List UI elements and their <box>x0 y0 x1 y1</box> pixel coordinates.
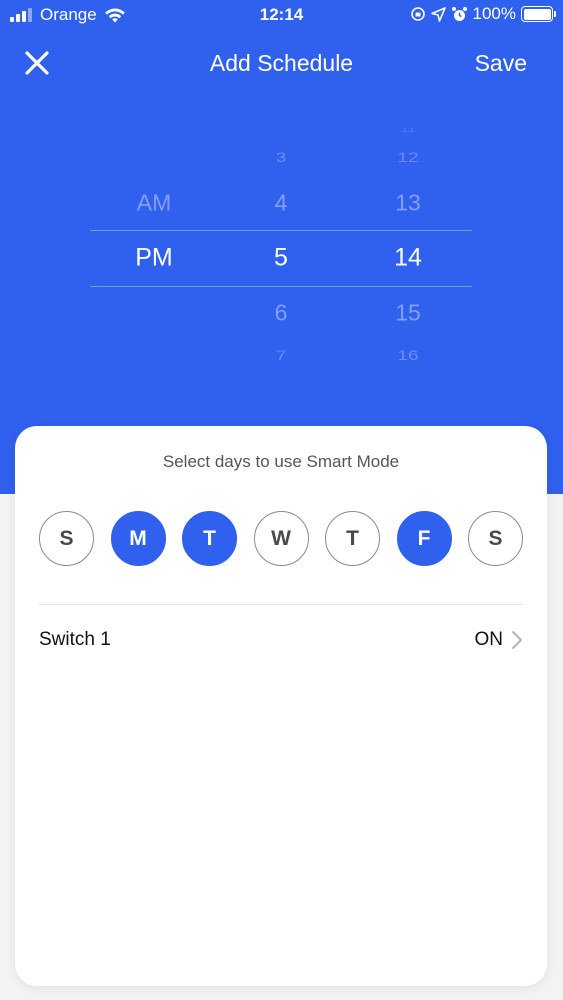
switch-label: Switch 1 <box>39 629 111 650</box>
picker-minute-item[interactable]: 12 <box>348 150 468 167</box>
picker-hour-selected[interactable]: 5 <box>221 244 341 273</box>
days-heading: Select days to use Smart Mode <box>162 452 400 471</box>
status-bar: Orange 12:14 100% <box>0 0 563 32</box>
picker-minute-item[interactable]: 11 <box>348 127 468 134</box>
day-selector: S M T W T F S <box>39 511 523 566</box>
day-toggle-sunday[interactable]: S <box>39 511 94 566</box>
alarm-icon <box>451 6 467 21</box>
battery-percent: 100% <box>472 4 516 23</box>
picker-top-line <box>90 230 472 231</box>
day-toggle-friday[interactable]: F <box>396 511 452 566</box>
switch-value: ON <box>474 629 504 650</box>
day-toggle-wednesday[interactable]: W <box>253 511 309 566</box>
save-button[interactable]: Save <box>475 50 527 77</box>
divider <box>39 604 523 605</box>
picker-period-item[interactable]: AM <box>94 190 214 217</box>
picker-minute-item[interactable]: 16 <box>348 348 468 365</box>
picker-minute-item[interactable]: 15 <box>348 300 468 327</box>
switch-row[interactable]: Switch 1 ON <box>39 618 523 662</box>
location-icon <box>430 6 446 22</box>
nav-bar: Add Schedule Save <box>0 40 563 86</box>
orientation-lock-icon <box>410 7 425 21</box>
day-toggle-thursday[interactable]: T <box>325 511 380 566</box>
battery-icon <box>521 6 556 22</box>
day-toggle-monday[interactable]: M <box>110 511 166 566</box>
day-toggle-tuesday[interactable]: T <box>182 511 237 566</box>
picker-minute-selected[interactable]: 14 <box>348 244 468 273</box>
day-toggle-saturday[interactable]: S <box>468 511 523 566</box>
picker-period-selected[interactable]: PM <box>94 244 214 273</box>
picker-hour-item[interactable]: 7 <box>221 348 341 365</box>
chevron-right-icon <box>512 631 522 649</box>
picker-bottom-line <box>90 286 472 287</box>
picker-hour-item[interactable]: 3 <box>221 150 341 167</box>
picker-hour-item[interactable]: 6 <box>221 300 341 327</box>
schedule-card: Select days to use Smart Mode S M T W T … <box>15 426 547 986</box>
picker-minute-item[interactable]: 13 <box>348 190 468 217</box>
picker-hour-item[interactable]: 4 <box>221 190 341 217</box>
status-right: 100% <box>410 4 556 24</box>
